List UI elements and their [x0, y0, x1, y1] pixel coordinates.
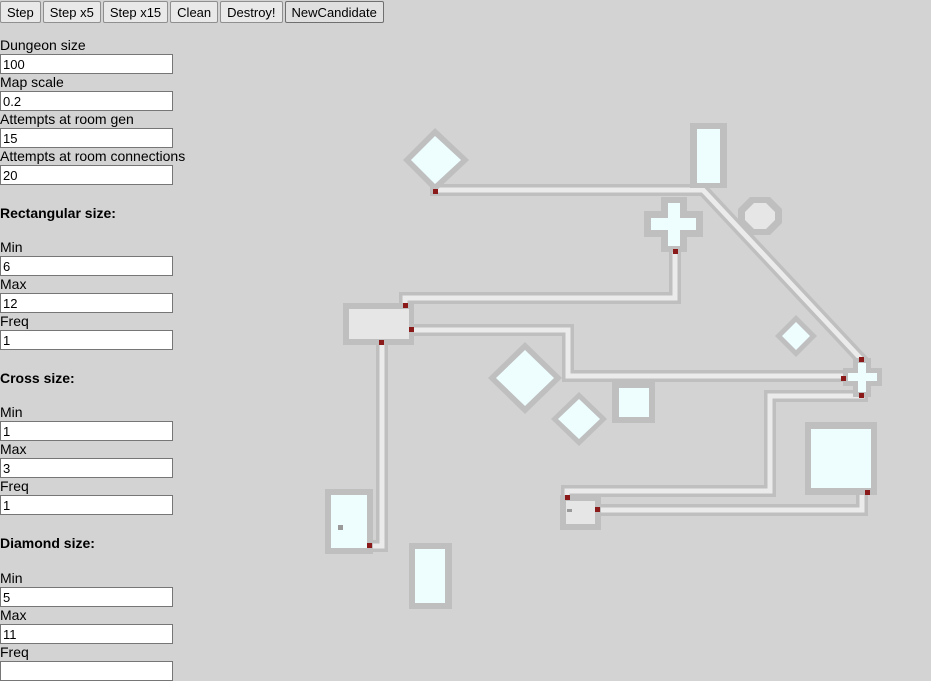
room-square-center: [612, 382, 655, 423]
room-cross-top: [644, 197, 703, 252]
room-octagon-small: [738, 197, 782, 235]
room-rect-small-center: [560, 495, 601, 530]
door-marker: [595, 507, 600, 512]
door-marker: [859, 357, 864, 362]
room-rect-left-wide: [343, 303, 414, 345]
door-marker: [433, 189, 438, 194]
room-rect-top: [690, 123, 727, 188]
room-rect-bottom: [409, 543, 452, 609]
room-diamond-top-left: [403, 128, 469, 192]
diamond-freq-input[interactable]: [0, 661, 173, 681]
door-marker: [409, 327, 414, 332]
room-rect-large-right: [805, 422, 877, 495]
room-marker-glyph: [567, 509, 572, 512]
room-diamond-medium-center: [551, 392, 607, 446]
room-diamond-small-right: [775, 315, 817, 357]
room-marker-glyph: [338, 525, 343, 530]
door-marker: [673, 249, 678, 254]
door-marker: [379, 340, 384, 345]
corridor-floors: [367, 187, 866, 549]
room-rect-bottom-left: [325, 489, 373, 554]
door-marker: [403, 303, 408, 308]
door-marker: [565, 495, 570, 500]
door-marker: [841, 376, 846, 381]
room-diamond-large-center: [488, 342, 562, 414]
door-marker: [367, 543, 372, 548]
dungeon-map-canvas[interactable]: [0, 0, 931, 661]
door-marker: [865, 490, 870, 495]
door-marker: [859, 393, 864, 398]
